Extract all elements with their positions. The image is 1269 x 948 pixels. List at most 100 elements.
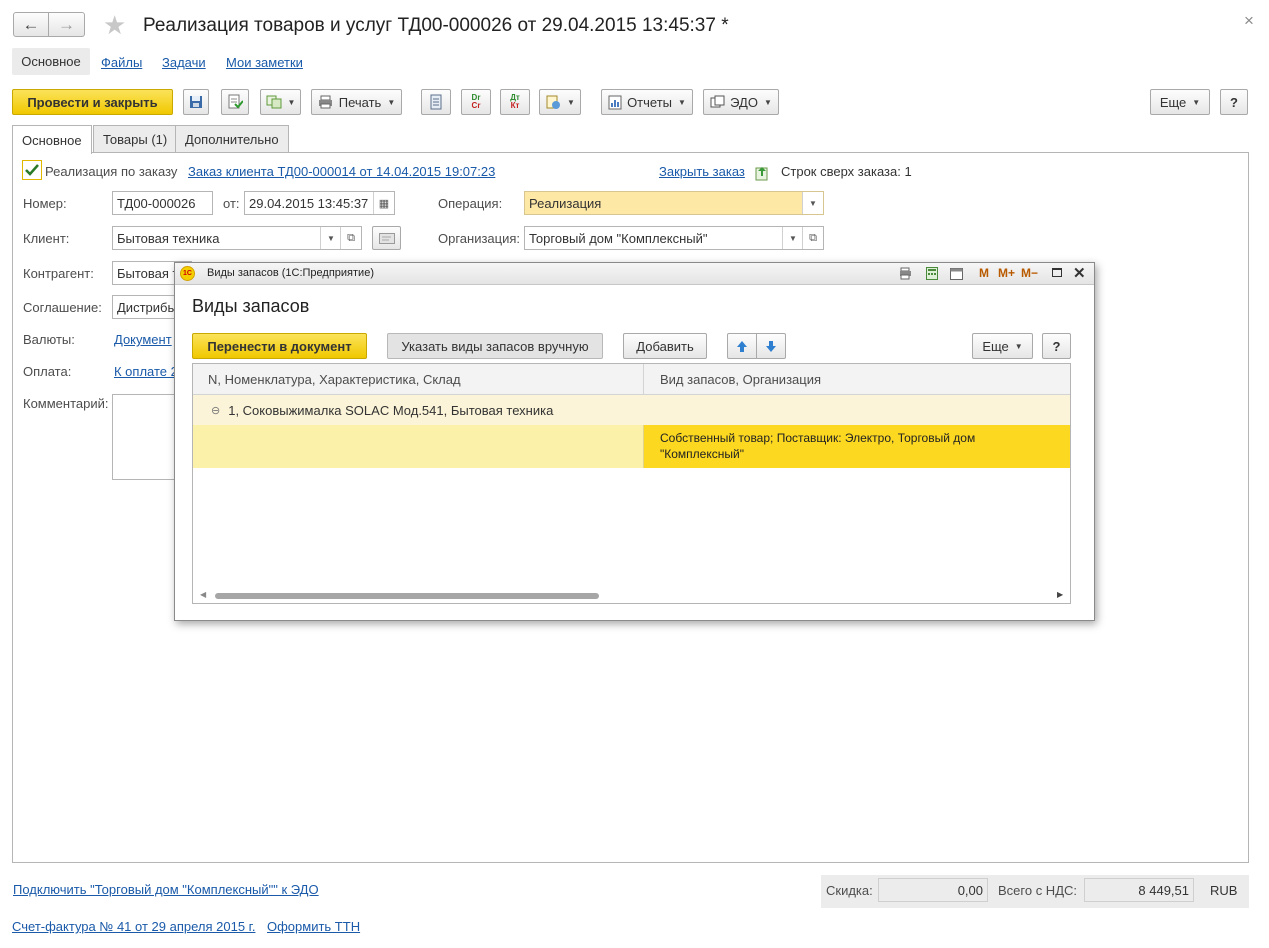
favorite-star-icon[interactable]: ★ bbox=[103, 11, 126, 39]
help-label: ? bbox=[1230, 94, 1238, 110]
dialog-more-button[interactable]: Еще ▼ bbox=[972, 333, 1033, 359]
number-field[interactable]: ТД00-000026 bbox=[112, 191, 213, 215]
edo-connect-link[interactable]: Подключить "Торговый дом "Комплексный"" … bbox=[13, 882, 319, 897]
client-field[interactable]: Бытовая техника ▼ ⧉ bbox=[112, 226, 362, 250]
table-row[interactable]: Собственный товар; Поставщик: Электро, Т… bbox=[193, 425, 1070, 468]
comment-label: Комментарий: bbox=[23, 396, 109, 411]
tab-notes[interactable]: Мои заметки bbox=[226, 55, 303, 70]
close-order-link[interactable]: Закрыть заказ bbox=[659, 164, 745, 179]
arrow-right-icon: → bbox=[58, 14, 75, 34]
arrow-down-icon bbox=[766, 340, 776, 352]
m-button[interactable]: M bbox=[979, 266, 989, 280]
tab-tasks[interactable]: Задачи bbox=[162, 55, 206, 70]
column-header-stock-type[interactable]: Вид запасов, Организация bbox=[644, 364, 1070, 394]
form-tab-additional-label: Дополнительно bbox=[185, 131, 279, 147]
attachments-button[interactable]: ▼ bbox=[539, 89, 581, 115]
reports-button[interactable]: Отчеты ▼ bbox=[601, 89, 693, 115]
move-down-button[interactable] bbox=[756, 333, 786, 359]
horizontal-scrollbar[interactable]: ◀ ▶ bbox=[193, 590, 1070, 603]
1c-logo-icon: 1С bbox=[180, 266, 195, 281]
client-card-button[interactable] bbox=[372, 226, 401, 250]
chevron-down-icon: ▼ bbox=[1014, 341, 1023, 351]
org-field[interactable]: Торговый дом "Комплексный" ▼ ⧉ bbox=[524, 226, 824, 250]
dialog-help-button[interactable]: ? bbox=[1042, 333, 1071, 359]
card-icon bbox=[378, 232, 395, 244]
structure-button[interactable] bbox=[421, 89, 451, 115]
calendar-icon[interactable]: ▦ bbox=[373, 192, 394, 214]
forward-button[interactable]: → bbox=[48, 12, 85, 37]
form-tab-additional[interactable]: Дополнительно bbox=[175, 125, 289, 152]
chevron-down-icon[interactable]: ▼ bbox=[320, 227, 341, 249]
total-value: 8 449,51 bbox=[1138, 882, 1189, 898]
reports-icon bbox=[608, 95, 622, 109]
add-button[interactable]: Добавить bbox=[623, 333, 707, 359]
dialog-help-label: ? bbox=[1052, 338, 1061, 354]
scroll-left-icon[interactable]: ◀ bbox=[200, 590, 206, 599]
tab-main-label: Основное bbox=[21, 54, 81, 69]
arrow-up-icon bbox=[737, 340, 747, 352]
operation-value: Реализация bbox=[529, 195, 602, 211]
column-header-item[interactable]: N, Номенклатура, Характеристика, Склад bbox=[193, 364, 644, 394]
tab-files[interactable]: Файлы bbox=[101, 55, 142, 70]
dt-kt-button[interactable]: Дт Кт bbox=[500, 89, 530, 115]
edo-label: ЭДО bbox=[730, 94, 758, 110]
back-button[interactable]: ← bbox=[13, 12, 49, 37]
open-icon[interactable]: ⧉ bbox=[802, 227, 823, 249]
m-minus-button[interactable]: M− bbox=[1021, 266, 1038, 280]
post-and-close-button[interactable]: Провести и закрыть bbox=[12, 89, 173, 115]
total-field: 8 449,51 bbox=[1084, 878, 1194, 902]
chevron-down-icon: ▼ bbox=[567, 97, 575, 107]
invoice-link[interactable]: Счет-фактура № 41 от 29 апреля 2015 г. bbox=[12, 919, 255, 934]
table-row-group[interactable]: ⊖ 1, Соковыжималка SOLAC Мод.541, Бытова… bbox=[193, 395, 1070, 425]
date-field[interactable]: 29.04.2015 13:45:37 ▦ bbox=[244, 191, 395, 215]
help-button[interactable]: ? bbox=[1220, 89, 1248, 115]
form-tab-main-label: Основное bbox=[22, 132, 82, 148]
column-header-stock-type-label: Вид запасов, Организация bbox=[660, 371, 822, 387]
calendar-icon[interactable] bbox=[950, 267, 963, 280]
scrollbar-thumb[interactable] bbox=[215, 593, 599, 599]
form-tab-main[interactable]: Основное bbox=[12, 125, 92, 154]
move-up-button[interactable] bbox=[727, 333, 757, 359]
tab-main[interactable]: Основное bbox=[12, 48, 90, 75]
maximize-icon[interactable] bbox=[1052, 268, 1062, 277]
group-row-text: 1, Соковыжималка SOLAC Мод.541, Бытовая … bbox=[228, 402, 554, 418]
dr-cr-button[interactable]: Dr Cr bbox=[461, 89, 491, 115]
order-link[interactable]: Заказ клиента ТД00-000014 от 14.04.2015 … bbox=[188, 164, 495, 179]
ttn-link[interactable]: Оформить ТТН bbox=[267, 919, 360, 934]
table-cell-stock-type[interactable]: Собственный товар; Поставщик: Электро, Т… bbox=[644, 425, 1070, 468]
column-header-item-label: N, Номенклатура, Характеристика, Склад bbox=[208, 371, 461, 387]
transfer-to-document-button[interactable]: Перенести в документ bbox=[192, 333, 367, 359]
transfer-label: Перенести в документ bbox=[207, 338, 352, 354]
page-title: Реализация товаров и услуг ТД00-000026 о… bbox=[143, 15, 729, 36]
m-plus-button[interactable]: M+ bbox=[998, 266, 1015, 280]
chevron-down-icon: ▼ bbox=[678, 97, 686, 107]
open-icon[interactable]: ⧉ bbox=[340, 227, 361, 249]
number-value: ТД00-000026 bbox=[117, 195, 196, 211]
close-icon[interactable]: ✕ bbox=[1073, 264, 1086, 282]
close-icon[interactable]: × bbox=[1244, 11, 1254, 31]
save-button[interactable] bbox=[183, 89, 209, 115]
create-based-on-button[interactable]: ▼ bbox=[260, 89, 301, 115]
by-order-checkbox[interactable] bbox=[22, 160, 42, 180]
chevron-down-icon[interactable]: ▼ bbox=[782, 227, 803, 249]
stock-types-dialog: 1С Виды запасов (1С:Предприятие) M M+ M−… bbox=[174, 262, 1095, 621]
print-icon[interactable] bbox=[899, 267, 912, 280]
manual-stock-types-button[interactable]: Указать виды запасов вручную bbox=[387, 333, 603, 359]
chevron-down-icon[interactable]: ▼ bbox=[802, 192, 823, 214]
scroll-right-icon[interactable]: ▶ bbox=[1057, 590, 1063, 599]
edo-button[interactable]: ЭДО ▼ bbox=[703, 89, 779, 115]
save-icon bbox=[190, 96, 202, 108]
operation-field[interactable]: Реализация ▼ bbox=[524, 191, 824, 215]
chevron-down-icon: ▼ bbox=[763, 97, 772, 107]
print-button[interactable]: Печать ▼ bbox=[311, 89, 402, 115]
form-tab-goods[interactable]: Товары (1) bbox=[93, 125, 178, 152]
refresh-icon[interactable] bbox=[754, 165, 770, 181]
table-cell-item[interactable] bbox=[193, 425, 644, 468]
post-button[interactable] bbox=[221, 89, 249, 115]
collapse-icon[interactable]: ⊖ bbox=[211, 404, 220, 417]
more-button[interactable]: Еще ▼ bbox=[1150, 89, 1210, 115]
payment-link[interactable]: К оплате 2 bbox=[114, 364, 178, 379]
currency-link[interactable]: Документ bbox=[114, 332, 172, 347]
payment-label: Оплата: bbox=[23, 364, 72, 379]
calculator-icon[interactable] bbox=[926, 267, 938, 280]
